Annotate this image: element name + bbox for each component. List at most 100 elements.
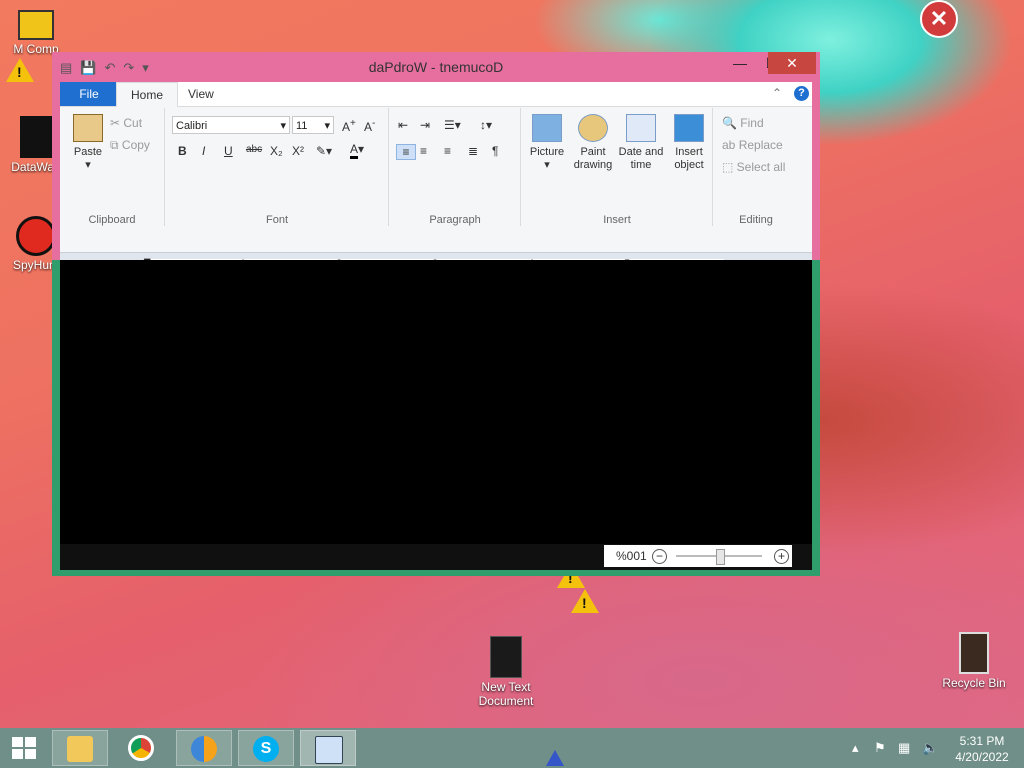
clock[interactable]: 5:31 PM 4/20/2022 <box>946 733 1018 765</box>
paint-drawing-button[interactable]: Paint drawing <box>570 114 616 172</box>
error-close-icon[interactable]: ✕ <box>920 0 958 38</box>
group-label: Font <box>265 214 288 226</box>
copy-button[interactable]: ⧉ Copy <box>110 138 150 153</box>
clock-time: 5:31 PM <box>959 734 1005 748</box>
taskbar-chrome[interactable] <box>114 730 170 766</box>
font-group: Calibri ▾ 11 ▾ A+ A- B I U abc X₂ X² ✎▾ A▾… <box>166 108 389 226</box>
paragraph-group: ⇤ ⇥ ☰▾ ↕▾ ≡ ≡ ≡ ≣ ¶ Paragraph <box>390 108 521 226</box>
status-bar: %001 − + <box>60 544 812 570</box>
decrease-indent-icon[interactable]: ⇤ <box>398 118 408 132</box>
tab-file[interactable]: File <box>60 82 118 106</box>
taskbar: S ▴ ⚑ ▦ 🔈 5:31 PM 4/20/2022 <box>0 728 1024 768</box>
zoom-out-icon[interactable]: − <box>652 549 667 564</box>
increase-indent-icon[interactable]: ⇥ <box>420 118 430 132</box>
bold-button[interactable]: B <box>178 144 187 158</box>
clipboard-group: Paste ▾ ✂ Cut ⧉ Copy Clipboard <box>60 108 165 226</box>
calendar-icon <box>626 114 656 142</box>
start-button[interactable] <box>12 737 38 759</box>
zoom-slider[interactable] <box>676 549 762 565</box>
text-file-icon <box>490 636 522 678</box>
font-color-button[interactable]: A▾ <box>350 142 364 159</box>
align-right-icon[interactable]: ≡ <box>444 144 451 158</box>
tab-view[interactable]: View <box>174 82 228 106</box>
copy-label: Copy <box>121 138 150 152</box>
windows-logo-icon <box>12 737 23 747</box>
spyhunter-icon <box>16 216 56 256</box>
paragraph-settings-icon[interactable]: ¶ <box>492 144 498 158</box>
superscript-button[interactable]: X² <box>292 144 304 158</box>
chevron-down-icon: ▾ <box>280 120 286 132</box>
skype-icon: S <box>253 736 279 762</box>
action-center-icon[interactable]: ⚑ <box>874 740 886 756</box>
dropdown-arrow-icon: ▾ <box>85 159 91 171</box>
picture-button[interactable]: Picture ▾ <box>524 114 570 172</box>
taskbar-wordpad[interactable] <box>300 730 356 766</box>
windows-logo-icon <box>12 749 23 759</box>
object-label-line1: Insert <box>675 146 703 158</box>
cut-label: Cut <box>123 116 143 130</box>
select-all-button[interactable]: ⬚ Select all <box>722 160 785 174</box>
help-icon[interactable]: ? <box>794 86 809 101</box>
browser-icon <box>191 736 217 762</box>
highlight-icon[interactable]: ✎▾ <box>316 144 332 158</box>
taskbar-browser[interactable] <box>176 730 232 766</box>
find-button[interactable]: 🔍 Find <box>722 116 764 130</box>
insert-group: Picture ▾ Paint drawing Date and time Inser… <box>522 108 713 226</box>
desktop-icon-recycle-bin[interactable]: Recycle Bin <box>938 632 1010 690</box>
warning-icon: ! <box>6 58 34 82</box>
italic-button[interactable]: I <box>202 144 205 158</box>
line-spacing-icon[interactable]: ↕▾ <box>480 118 492 132</box>
taskbar-file-explorer[interactable] <box>52 730 108 766</box>
cut-button[interactable]: ✂ Cut <box>110 116 142 130</box>
windows-logo-icon <box>25 749 36 759</box>
object-icon <box>674 114 704 142</box>
folder-icon <box>67 736 93 762</box>
file-icon <box>20 116 52 158</box>
bullets-icon[interactable]: ☰▾ <box>444 118 461 132</box>
computer-icon <box>18 10 54 40</box>
volume-icon[interactable]: 🔈 <box>922 740 938 756</box>
underline-button[interactable]: U <box>224 144 233 158</box>
taskbar-skype[interactable]: S <box>238 730 294 766</box>
document-area-unrendered[interactable] <box>60 260 812 544</box>
font-color-label: A <box>350 142 359 159</box>
replace-button[interactable]: ab Replace <box>722 138 783 152</box>
network-icon[interactable]: ▦ <box>898 740 910 756</box>
justify-icon[interactable]: ≣ <box>468 144 478 158</box>
collapse-ribbon-icon[interactable]: ⌃ <box>772 86 782 100</box>
object-label-line2: object <box>674 159 704 171</box>
paste-label: Paste <box>73 146 103 158</box>
zoom-slider-thumb[interactable] <box>716 549 725 565</box>
picture-label: Picture <box>529 146 565 158</box>
insert-object-button[interactable]: Insert object <box>666 114 712 172</box>
ribbon-tabs: File Home View ⌃ ? <box>60 82 812 107</box>
strikethrough-button[interactable]: abc <box>246 144 262 155</box>
paste-icon <box>73 114 103 142</box>
align-center-icon[interactable]: ≡ <box>420 144 427 158</box>
wordpad-icon <box>315 736 343 764</box>
paint-label-line1: Paint <box>580 146 606 158</box>
date-label-line1: Date and <box>618 146 664 158</box>
align-left-icon[interactable]: ≡ <box>396 144 416 160</box>
ribbon: File Home View ⌃ ? Paste ▾ ✂ Cut ⧉ Copy C… <box>60 82 812 252</box>
zoom-in-icon[interactable]: + <box>774 549 789 564</box>
desktop-icon-new-text-document[interactable]: New Text Document <box>470 636 542 708</box>
grow-font-icon[interactable]: A+ <box>342 118 356 134</box>
replace-label: Replace <box>738 138 783 152</box>
taskbar-warning-icon <box>546 750 564 766</box>
paste-button[interactable]: Paste ▾ <box>68 114 108 172</box>
desktop-icon-my-computer[interactable]: M Comp <box>0 10 72 56</box>
tab-home[interactable]: Home <box>116 82 179 107</box>
find-label: Find <box>740 116 764 130</box>
font-size-select[interactable]: 11 ▾ <box>292 116 334 134</box>
desktop-icon-label: Recycle Bin <box>942 676 1006 690</box>
font-size-value: 11 <box>296 120 308 132</box>
group-label: Editing <box>739 214 773 226</box>
clock-date: 4/20/2022 <box>955 750 1009 764</box>
subscript-button[interactable]: X₂ <box>270 144 283 158</box>
show-hidden-icons[interactable]: ▴ <box>852 740 859 756</box>
date-time-button[interactable]: Date and time <box>616 114 666 172</box>
editing-group: 🔍 Find ab Replace ⬚ Select all Editing <box>714 108 798 226</box>
font-family-select[interactable]: Calibri ▾ <box>172 116 290 134</box>
shrink-font-icon[interactable]: A- <box>364 118 375 134</box>
